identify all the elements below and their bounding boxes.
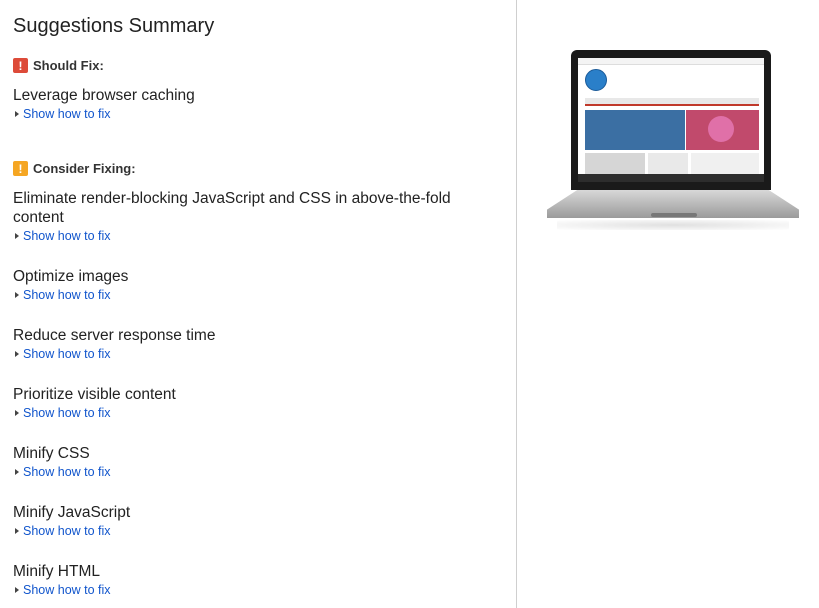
show-how-to-fix-link[interactable]: Show how to fix [13,406,493,420]
show-how-to-fix-link[interactable]: Show how to fix [13,288,493,302]
show-how-to-fix-link[interactable]: Show how to fix [13,465,493,479]
suggestion-item: Minify HTML Show how to fix [13,562,493,597]
caret-right-icon [15,351,19,357]
suggestions-panel: Suggestions Summary ! Should Fix: Levera… [0,0,516,608]
suggestion-item: Leverage browser caching Show how to fix [13,86,493,121]
suggestion-item: Optimize images Show how to fix [13,267,493,302]
suggestion-title: Minify JavaScript [13,504,131,521]
caret-right-icon [15,528,19,534]
should-fix-heading: ! Should Fix: [13,58,104,73]
suggestion-title: Leverage browser caching [13,87,195,104]
page-preview-image [578,58,764,182]
exclamation-icon: ! [13,58,28,73]
suggestion-title: Minify HTML [13,563,100,580]
suggestion-title: Prioritize visible content [13,386,176,403]
should-fix-label: Should Fix: [33,58,104,73]
smiley-face-icon [708,116,734,142]
show-how-to-fix-link[interactable]: Show how to fix [13,583,493,597]
suggestion-item: Prioritize visible content Show how to f… [13,385,493,420]
consider-fixing-label: Consider Fixing: [33,161,136,176]
suggestion-title: Minify CSS [13,445,90,462]
show-how-to-fix-link[interactable]: Show how to fix [13,229,483,243]
caret-right-icon [15,292,19,298]
suggestion-item: Reduce server response time Show how to … [13,326,493,361]
page-title: Suggestions Summary [13,15,215,37]
suggestion-item: Minify JavaScript Show how to fix [13,503,493,538]
laptop-screenshot-preview [547,50,799,250]
preview-panel [517,0,819,608]
caret-right-icon [15,469,19,475]
suggestion-item: Minify CSS Show how to fix [13,444,493,479]
caret-right-icon [15,410,19,416]
caret-right-icon [15,111,19,117]
show-how-to-fix-link[interactable]: Show how to fix [13,524,493,538]
show-how-to-fix-link[interactable]: Show how to fix [13,107,493,121]
suggestion-title: Optimize images [13,268,129,285]
exclamation-icon: ! [13,161,28,176]
suggestion-title: Reduce server response time [13,327,216,344]
caret-right-icon [15,233,19,239]
laptop-trackpad [651,213,697,217]
suggestion-item: Eliminate render-blocking JavaScript and… [13,189,483,243]
consider-fixing-heading: ! Consider Fixing: [13,161,136,176]
show-how-to-fix-link[interactable]: Show how to fix [13,347,493,361]
laptop-screen-bezel [571,50,771,190]
caret-right-icon [15,587,19,593]
suggestion-title: Eliminate render-blocking JavaScript and… [13,190,451,226]
site-logo-icon [585,69,607,91]
